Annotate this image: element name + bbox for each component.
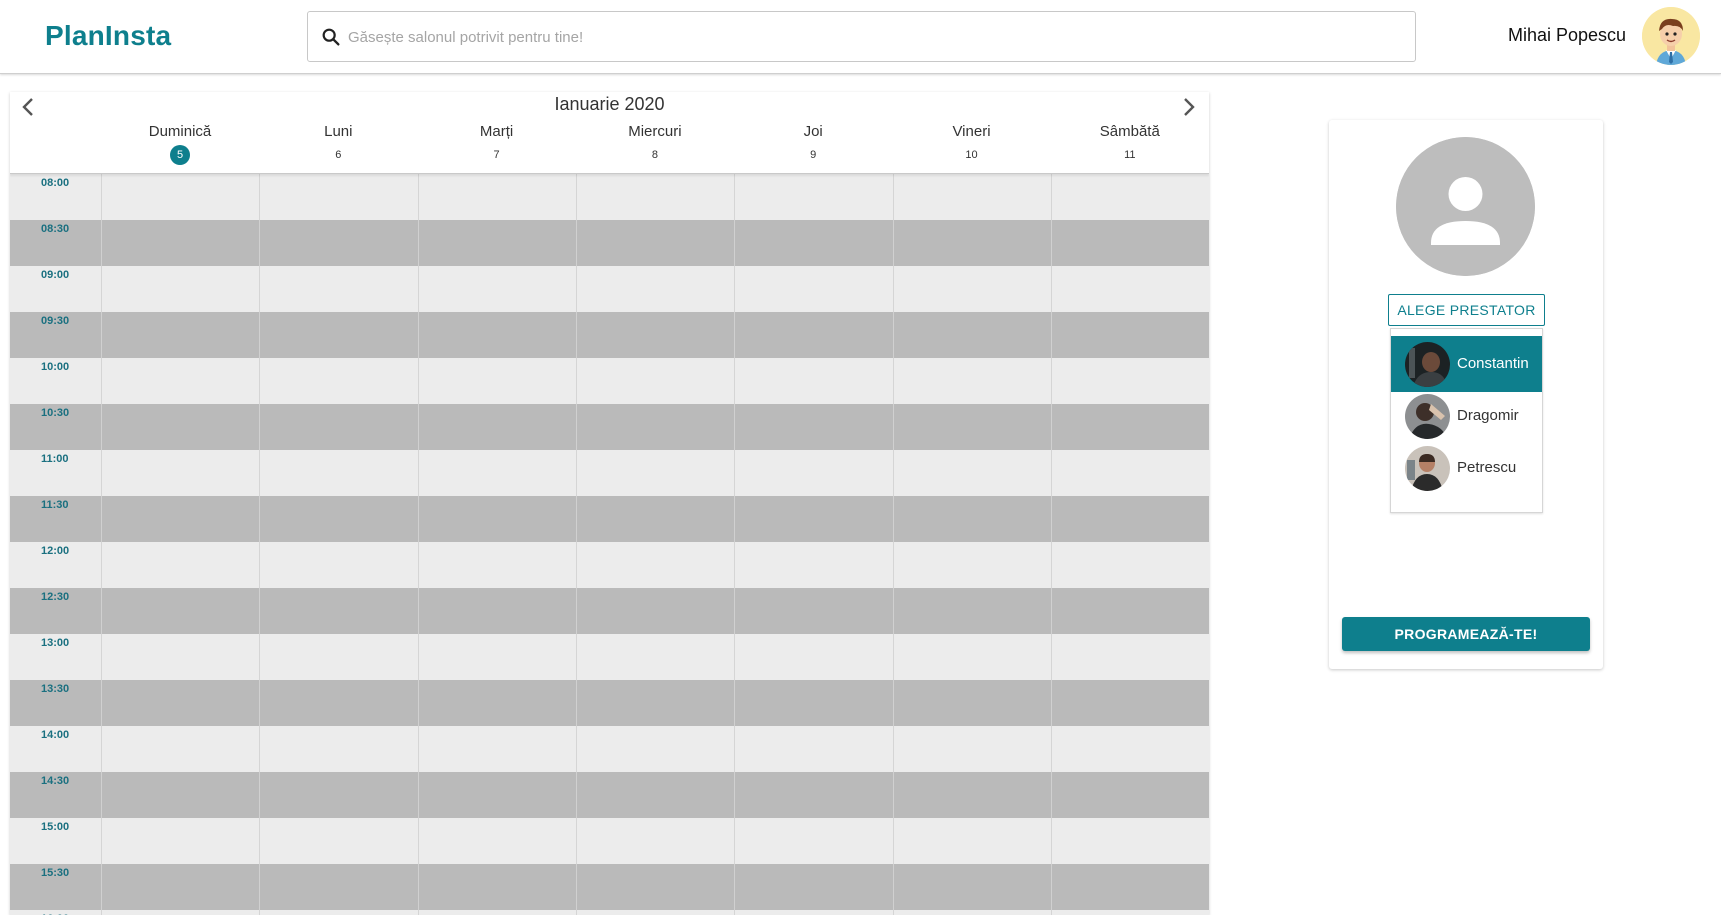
column-divider xyxy=(1050,174,1052,915)
placeholder-avatar xyxy=(1396,137,1535,276)
time-slot-row[interactable]: 09:00 xyxy=(10,266,1209,312)
month-title: Ianuarie 2020 xyxy=(554,94,665,114)
time-label: 15:30 xyxy=(41,867,70,879)
time-label: 14:30 xyxy=(41,775,70,787)
day-number[interactable]: 7 xyxy=(487,145,507,165)
provider-item[interactable]: Dragomir xyxy=(1391,388,1542,444)
user-silhouette-icon xyxy=(1396,137,1535,276)
provider-name: Constantin xyxy=(1457,355,1529,372)
time-slot-row[interactable]: 16:00 xyxy=(10,910,1209,915)
day-name: Luni xyxy=(324,123,353,140)
provider-photo xyxy=(1405,446,1450,491)
provider-list: Constantin Dragomir Petrescu xyxy=(1390,328,1543,513)
time-slot-row[interactable]: 10:00 xyxy=(10,358,1209,404)
provider-photo xyxy=(1405,342,1450,387)
day-header: Marți 7 xyxy=(418,122,576,165)
choose-provider-button[interactable]: ALEGE PRESTATOR xyxy=(1388,294,1545,326)
day-number[interactable]: 6 xyxy=(328,145,348,165)
time-label: 13:00 xyxy=(41,637,70,649)
booking-panel: ALEGE PRESTATOR Constantin Dragomir Petres… xyxy=(1329,120,1603,669)
today-date-badge[interactable]: 5 xyxy=(170,145,190,165)
provider-name: Petrescu xyxy=(1457,459,1517,476)
time-slot-row[interactable]: 09:30 xyxy=(10,312,1209,358)
time-slot-row[interactable]: 08:00 xyxy=(10,174,1209,220)
calendar-header: Ianuarie 2020 Duminică 5 Luni 6 Marți 7 Miercu… xyxy=(10,92,1209,174)
column-divider xyxy=(734,174,736,915)
top-header: PlanInsta Mihai Popescu xyxy=(0,0,1721,74)
time-label: 09:00 xyxy=(41,269,70,281)
day-name: Vineri xyxy=(952,123,991,140)
time-label: 11:00 xyxy=(41,453,69,465)
time-label: 08:00 xyxy=(41,177,70,189)
time-label: 08:30 xyxy=(41,223,70,235)
time-slot-row[interactable]: 14:00 xyxy=(10,726,1209,772)
user-avatar[interactable] xyxy=(1642,7,1700,65)
day-name: Marți xyxy=(479,123,514,140)
column-divider xyxy=(892,174,894,915)
time-label: 10:30 xyxy=(41,407,70,419)
column-divider xyxy=(575,174,577,915)
time-slot-row[interactable]: 12:00 xyxy=(10,542,1209,588)
time-slot-row[interactable]: 11:00 xyxy=(10,450,1209,496)
time-label: 12:00 xyxy=(41,545,70,557)
user-name[interactable]: Mihai Popescu xyxy=(1508,25,1626,46)
search-icon xyxy=(322,28,340,46)
time-slot-row[interactable]: 13:00 xyxy=(10,634,1209,680)
day-header: Sâmbătă 11 xyxy=(1051,122,1209,165)
day-header: Joi 9 xyxy=(734,122,892,165)
time-label: 14:00 xyxy=(41,729,70,741)
provider-item[interactable]: Constantin xyxy=(1391,336,1542,392)
time-slot-row[interactable]: 15:30 xyxy=(10,864,1209,910)
time-label: 12:30 xyxy=(41,591,70,603)
column-divider xyxy=(259,174,261,915)
time-label: 09:30 xyxy=(41,315,70,327)
day-header: Duminică 5 xyxy=(101,122,259,165)
chevron-right-icon[interactable] xyxy=(1175,94,1201,120)
day-header: Luni 6 xyxy=(259,122,417,165)
time-slot-row[interactable]: 10:30 xyxy=(10,404,1209,450)
day-header: Vineri 10 xyxy=(893,122,1051,165)
day-name: Sâmbătă xyxy=(1099,123,1160,140)
provider-photo xyxy=(1405,394,1450,439)
column-divider xyxy=(101,174,102,915)
day-number[interactable]: 11 xyxy=(1120,145,1140,165)
provider-item[interactable]: Petrescu xyxy=(1391,440,1542,496)
week-calendar: Ianuarie 2020 Duminică 5 Luni 6 Marți 7 Miercu… xyxy=(10,92,1209,915)
time-grid: 08:00 08:30 09:00 09:30 10:00 10:30 11:00 11:30… xyxy=(10,174,1209,915)
time-label: 13:30 xyxy=(41,683,70,695)
time-slot-row[interactable]: 11:30 xyxy=(10,496,1209,542)
time-slot-row[interactable]: 08:30 xyxy=(10,220,1209,266)
provider-name: Dragomir xyxy=(1457,407,1519,424)
app-logo[interactable]: PlanInsta xyxy=(45,20,171,52)
time-slot-row[interactable]: 13:30 xyxy=(10,680,1209,726)
time-slot-row[interactable]: 14:30 xyxy=(10,772,1209,818)
day-header: Miercuri 8 xyxy=(576,122,734,165)
day-number[interactable]: 9 xyxy=(803,145,823,165)
day-name: Joi xyxy=(803,123,823,140)
search-input[interactable] xyxy=(348,22,1398,52)
book-appointment-button[interactable]: PROGRAMEAZĂ-TE! xyxy=(1342,617,1590,651)
avatar-illustration xyxy=(1642,7,1700,65)
day-number[interactable]: 10 xyxy=(962,145,982,165)
time-slot-row[interactable]: 12:30 xyxy=(10,588,1209,634)
day-number[interactable]: 8 xyxy=(645,145,665,165)
time-slot-row[interactable]: 15:00 xyxy=(10,818,1209,864)
time-label: 15:00 xyxy=(41,821,70,833)
day-name: Duminică xyxy=(148,123,212,140)
day-name: Miercuri xyxy=(628,123,682,140)
time-label: 11:30 xyxy=(41,499,69,511)
search-bar[interactable] xyxy=(307,11,1416,62)
column-divider xyxy=(417,174,419,915)
time-label: 10:00 xyxy=(41,361,70,373)
